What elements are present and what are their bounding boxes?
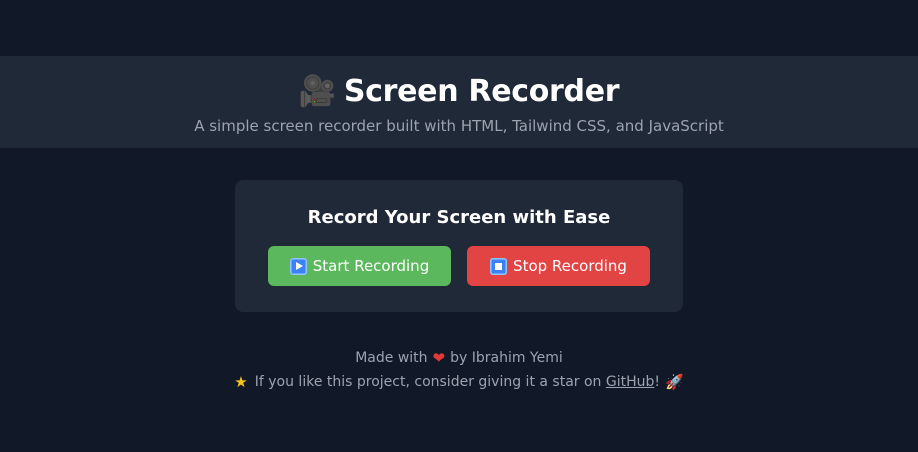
exclamation-text: ! [654, 374, 661, 390]
title-row: 🎥 Screen Recorder [0, 74, 918, 110]
made-with-text: Made with [355, 350, 428, 366]
star-icon: ★ [234, 373, 248, 391]
author-text: by Ibrahim Yemi [450, 350, 563, 366]
star-prompt-text: If you like this project, consider givin… [254, 374, 602, 390]
rocket-icon: 🚀 [665, 373, 684, 391]
start-recording-button[interactable]: Start Recording [268, 246, 451, 286]
stop-recording-label: Stop Recording [513, 257, 627, 275]
github-link[interactable]: GitHub [606, 370, 655, 394]
credits-line: Made with ❤ by Ibrahim Yemi [0, 346, 918, 370]
start-recording-label: Start Recording [312, 257, 430, 275]
movie-camera-icon: 🎥 [298, 74, 336, 109]
recorder-card: Record Your Screen with Ease Start Recor… [235, 180, 683, 312]
page-title: Screen Recorder [343, 74, 620, 109]
heart-icon: ❤ [432, 349, 446, 367]
button-row: Start Recording Stop Recording [235, 246, 683, 286]
page-subtitle: A simple screen recorder built with HTML… [194, 117, 724, 135]
play-icon [289, 257, 307, 275]
card-heading: Record Your Screen with Ease [307, 207, 611, 228]
stop-recording-button[interactable]: Stop Recording [467, 246, 650, 286]
app-header: 🎥 Screen Recorder A simple screen recorde… [0, 56, 918, 148]
star-line: ★ If you like this project, consider giv… [0, 370, 918, 394]
stop-icon [490, 257, 508, 275]
footer: Made with ❤ by Ibrahim Yemi ★ If you lik… [0, 346, 918, 394]
